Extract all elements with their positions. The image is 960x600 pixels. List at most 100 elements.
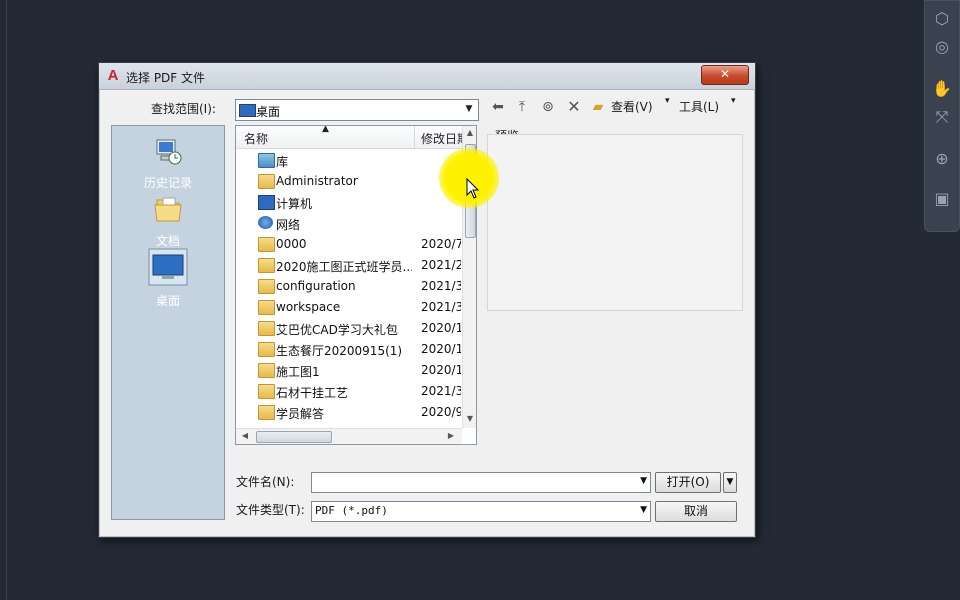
file-name: configuration [276,279,356,293]
folder-icon [258,300,275,315]
scroll-down-icon[interactable]: ▼ [463,414,476,423]
file-name: 2020施工图正式班学员... [276,260,412,274]
file-type-label: 文件类型(T): [236,503,305,517]
list-item[interactable]: configuration 2021/3 [236,276,462,297]
orbit-icon[interactable]: ⊕ [932,149,952,169]
file-name: workspace [276,300,341,314]
steering-wheel-icon[interactable]: ◎ [932,37,952,57]
new-folder-icon[interactable]: ▰ [589,98,607,116]
look-in-select[interactable]: 桌面 ▼ [235,99,479,121]
desktop-icon [239,104,256,117]
file-name: 网络 [276,218,301,232]
navigation-bar: ⬡ ◎ ✋ ⤧ ⊕ ▣ [924,0,960,232]
place-documents-label: 文档 [155,234,180,248]
up-folder-icon[interactable]: ⤒ [513,98,531,116]
file-date: 2021/2 [421,258,461,272]
place-history[interactable]: 历史记录 [112,134,224,191]
look-in-label: 查找范围(I): [151,102,216,116]
open-options-dropdown[interactable]: ▼ [723,472,737,493]
scroll-right-icon[interactable]: ▶ [444,431,458,440]
search-web-icon[interactable]: ⊚ [539,98,557,116]
file-name: 库 [276,155,289,169]
chevron-down-icon: ▼ [465,104,473,114]
file-name: 生态餐厅20200915(1) [276,344,403,358]
look-in-value: 桌面 [256,105,281,119]
file-name-input[interactable]: ▼ [311,472,651,493]
list-item[interactable]: 生态餐厅20200915(1) 2020/1 [236,339,462,360]
place-desktop[interactable]: 桌面 [112,248,224,309]
folder-icon [258,363,275,378]
cancel-button[interactable]: 取消 [655,501,737,522]
folder-icon [258,384,275,399]
file-name: 石材干挂工艺 [276,386,349,400]
place-history-label: 历史记录 [143,176,192,190]
file-date: 2020/1 [421,363,461,377]
close-button[interactable]: ✕ [701,65,749,85]
list-item[interactable]: Administrator [236,171,462,192]
file-name: 计算机 [276,197,313,211]
file-date: 2021/3 [421,384,461,398]
scroll-up-icon[interactable]: ▲ [463,128,476,137]
list-item[interactable]: 0000 2020/7 [236,234,462,255]
file-type-value: PDF (*.pdf) [315,504,388,517]
preview-pane [487,134,743,311]
chevron-down-icon[interactable]: ▼ [640,476,647,486]
open-button[interactable]: 打开(O) [655,472,721,493]
list-item[interactable]: 施工图1 2020/1 [236,360,462,381]
list-item[interactable]: 艾巴优CAD学习大礼包 2020/1 [236,318,462,339]
sort-ascending-icon: ▲ [322,125,329,134]
places-bar: 历史记录 文档 桌面 [111,125,225,520]
pan-icon[interactable]: ✋ [932,79,952,99]
documents-folder-icon [154,197,182,222]
column-divider [414,126,415,148]
folder-icon [258,405,275,420]
column-name[interactable]: 名称 [244,130,268,147]
file-date: 2020/9 [421,405,461,419]
horizontal-scroll-thumb[interactable] [256,431,332,443]
delete-icon[interactable]: ✕ [565,98,583,116]
cube-icon[interactable]: ⬡ [932,9,952,29]
file-date: 2020/1 [421,342,461,356]
file-type-select[interactable]: PDF (*.pdf) ▼ [311,501,651,522]
folder-icon [258,279,275,294]
history-icon [156,139,182,165]
list-item[interactable]: 石材干挂工艺 2021/3 [236,381,462,402]
list-item[interactable]: 网络 [236,213,462,234]
select-pdf-dialog: A 选择 PDF 文件 ✕ 查找范围(I): 桌面 ▼ ⬅ ⤒ ⊚ ✕ ▰ 查看… [98,62,756,538]
file-name: Administrator [276,174,358,188]
list-item[interactable]: 库 [236,150,462,171]
background-line [6,0,7,600]
view-menu[interactable]: 查看(V) [611,98,653,115]
list-item[interactable]: 计算机 [236,192,462,213]
zoom-icon[interactable]: ⤧ [932,107,952,127]
autocad-logo-icon: A [107,67,119,84]
file-name-label: 文件名(N): [236,475,295,489]
file-date: 2021/3 [421,279,461,293]
network-icon [258,216,273,229]
list-item[interactable]: 2020施工图正式班学员... 2021/2 [236,255,462,276]
tools-dropdown-icon[interactable]: ▾ [731,96,736,106]
file-name: 学员解答 [276,407,325,421]
computer-icon [258,195,275,210]
folder-icon [258,258,275,273]
place-desktop-label: 桌面 [155,294,180,308]
horizontal-scrollbar[interactable]: ◀ ▶ [236,428,462,444]
file-name: 0000 [276,237,307,251]
list-item[interactable]: workspace 2021/3 [236,297,462,318]
file-date: 2020/1 [421,321,461,335]
file-name: 施工图1 [276,365,320,379]
folder-icon [258,321,275,336]
list-header: 名称 ▲ 修改日期 [236,125,469,149]
back-icon[interactable]: ⬅ [489,98,507,116]
list-item[interactable]: 学员解答 2020/9 [236,402,462,423]
view-dropdown-icon[interactable]: ▾ [665,96,670,106]
scroll-left-icon[interactable]: ◀ [238,431,252,440]
folder-icon [258,237,275,252]
tools-menu[interactable]: 工具(L) [679,98,719,115]
showmotion-icon[interactable]: ▣ [932,189,952,209]
folder-icon [258,342,275,357]
place-documents[interactable]: 文档 [112,192,224,249]
file-name: 艾巴优CAD学习大礼包 [276,323,398,337]
title-bar: A 选择 PDF 文件 ✕ [99,63,755,90]
chevron-down-icon: ▼ [640,505,647,515]
